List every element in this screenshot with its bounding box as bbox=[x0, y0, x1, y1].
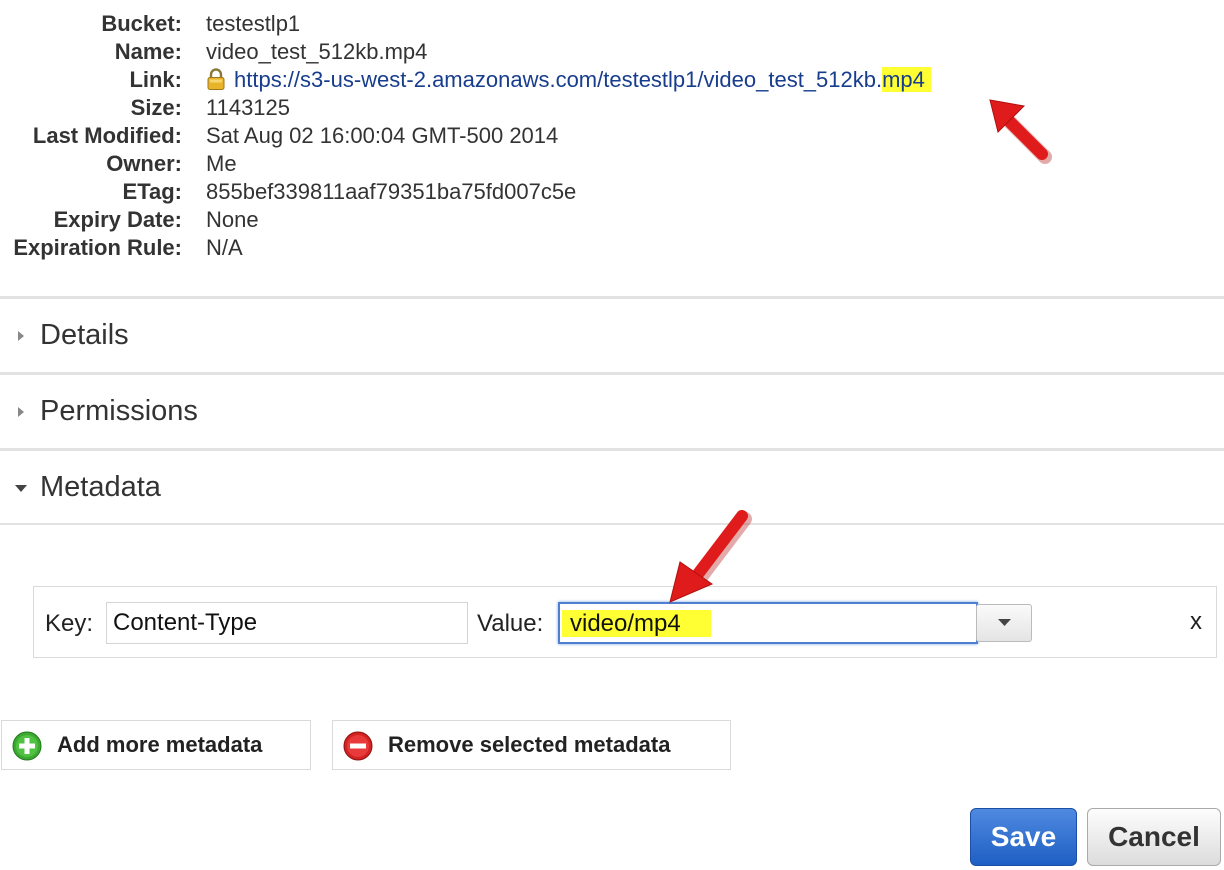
object-link[interactable]: https://s3-us-west-2.amazonaws.com/teste… bbox=[234, 67, 931, 92]
etag-label: ETag: bbox=[122, 179, 182, 204]
bucket-label: Bucket: bbox=[101, 11, 182, 36]
value-input-value: video/mp4 bbox=[562, 610, 711, 637]
value-dropdown-button[interactable] bbox=[976, 604, 1032, 642]
minus-circle-icon bbox=[343, 731, 373, 761]
name-label: Name: bbox=[114, 39, 182, 64]
metadata-row: Key: Content-Type Value: video/mp4 x bbox=[33, 586, 1217, 658]
link-url-extension: mp4 bbox=[882, 67, 931, 92]
expiry-date-value: None bbox=[206, 207, 259, 232]
expiration-rule-label: Expiration Rule: bbox=[13, 235, 182, 260]
expiration-rule-value: N/A bbox=[206, 235, 243, 260]
key-input-value: Content-Type bbox=[113, 609, 258, 636]
last-modified-label: Last Modified: bbox=[32, 123, 182, 148]
lock-icon bbox=[207, 68, 225, 90]
bucket-value: testestlp1 bbox=[206, 11, 301, 36]
triangle-down-icon bbox=[15, 485, 27, 492]
prop-link: Link: https://s3-us-west-2.amazonaws.com… bbox=[0, 66, 1224, 94]
link-label: Link: bbox=[129, 67, 182, 92]
remove-row-button[interactable]: x bbox=[1190, 607, 1202, 637]
link-wrapper: https://s3-us-west-2.amazonaws.com/teste… bbox=[206, 66, 931, 94]
section-details[interactable]: Details bbox=[0, 296, 1224, 370]
size-label: Size: bbox=[130, 95, 182, 120]
section-permissions[interactable]: Permissions bbox=[0, 372, 1224, 446]
key-input[interactable]: Content-Type bbox=[106, 602, 468, 644]
last-modified-value: Sat Aug 02 16:00:04 GMT-500 2014 bbox=[206, 123, 559, 148]
divider bbox=[0, 523, 1224, 525]
prop-bucket: Bucket: testestlp1 bbox=[0, 10, 1224, 38]
triangle-right-icon bbox=[18, 407, 24, 417]
value-input[interactable]: video/mp4 bbox=[558, 602, 978, 644]
save-button[interactable]: Save bbox=[970, 808, 1077, 866]
prop-owner: Owner: Me bbox=[0, 150, 1224, 178]
owner-label: Owner: bbox=[106, 151, 182, 176]
key-label: Key: bbox=[45, 610, 94, 637]
link-url-main: https://s3-us-west-2.amazonaws.com/teste… bbox=[234, 67, 883, 92]
prop-name: Name: video_test_512kb.mp4 bbox=[0, 38, 1224, 66]
section-permissions-title: Permissions bbox=[40, 395, 198, 427]
owner-value: Me bbox=[206, 151, 237, 176]
add-metadata-button[interactable]: Add more metadata bbox=[1, 720, 311, 770]
prop-size: Size: 1143125 bbox=[0, 94, 1224, 122]
section-metadata-title: Metadata bbox=[40, 471, 161, 503]
cancel-button[interactable]: Cancel bbox=[1087, 808, 1221, 866]
remove-metadata-label: Remove selected metadata bbox=[388, 732, 671, 757]
etag-value: 855bef339811aaf79351ba75fd007c5e bbox=[206, 179, 577, 204]
add-metadata-label: Add more metadata bbox=[57, 732, 263, 757]
value-label: Value: bbox=[477, 610, 544, 637]
plus-circle-icon bbox=[12, 731, 42, 761]
chevron-down-icon bbox=[998, 619, 1011, 626]
prop-etag: ETag: 855bef339811aaf79351ba75fd007c5e bbox=[0, 178, 1224, 206]
expiry-date-label: Expiry Date: bbox=[53, 207, 182, 232]
size-value: 1143125 bbox=[206, 95, 291, 120]
name-value: video_test_512kb.mp4 bbox=[206, 39, 428, 64]
section-metadata[interactable]: Metadata bbox=[0, 448, 1224, 522]
section-details-title: Details bbox=[40, 319, 129, 351]
triangle-right-icon bbox=[18, 331, 24, 341]
prop-last-modified: Last Modified: Sat Aug 02 16:00:04 GMT-5… bbox=[0, 122, 1224, 150]
remove-metadata-button[interactable]: Remove selected metadata bbox=[332, 720, 731, 770]
prop-expiration-rule: Expiration Rule: N/A bbox=[0, 234, 1224, 262]
prop-expiry-date: Expiry Date: None bbox=[0, 206, 1224, 234]
